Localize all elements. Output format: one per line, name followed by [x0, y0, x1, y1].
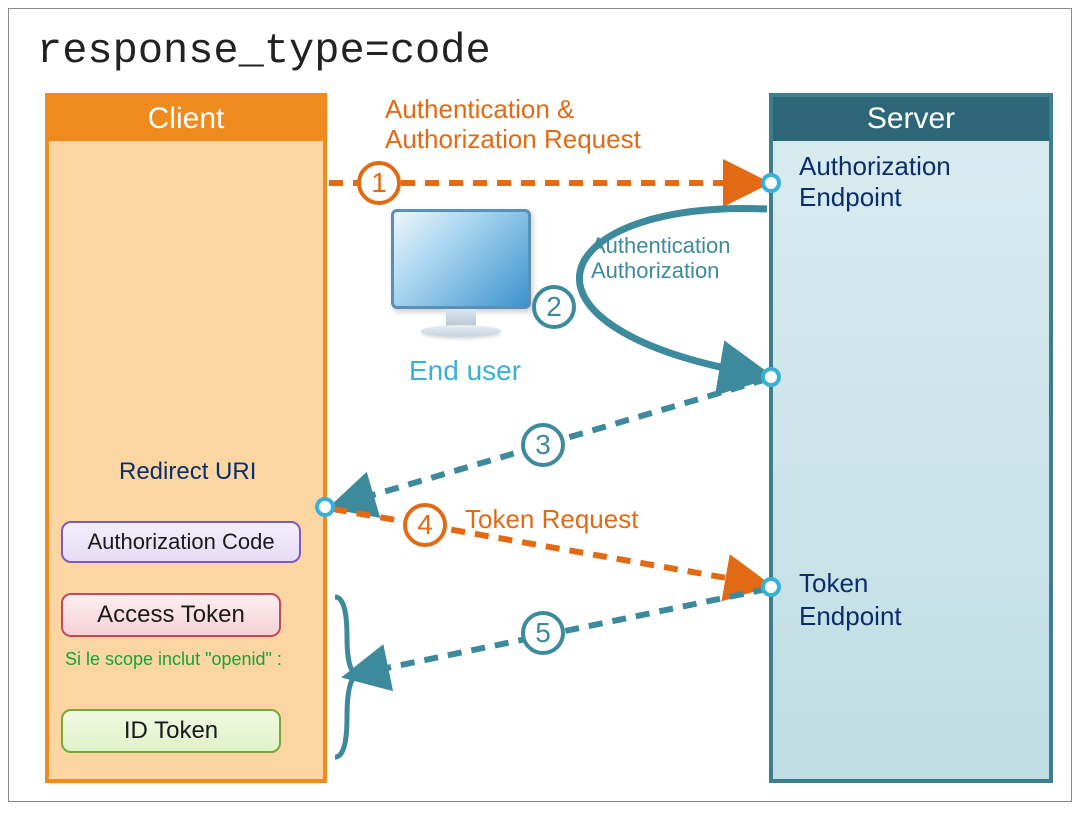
step2-label-text: AuthenticationAuthorization	[591, 233, 730, 284]
monitor-base-icon	[421, 325, 501, 337]
step4-label: Token Request	[465, 505, 638, 535]
token-endpoint-label: TokenEndpoint	[799, 567, 902, 632]
client-header: Client	[49, 97, 323, 141]
step1-label: Authentication &Authorization Request	[385, 95, 641, 155]
token-endpoint-dot	[761, 577, 781, 597]
diagram-frame: response_type=code Client Server Au	[8, 8, 1072, 802]
end-user-icon	[371, 209, 551, 369]
redirect-uri-label: Redirect URI	[119, 458, 256, 486]
step-3-badge: 3	[521, 423, 565, 467]
step-2-badge: 2	[532, 285, 576, 329]
authorization-endpoint-dot	[761, 173, 781, 193]
server-return-dot	[761, 367, 781, 387]
authorization-endpoint-text: AuthorizationEndpoint	[799, 151, 951, 213]
access-token: Access Token	[61, 593, 281, 637]
server-header: Server	[773, 97, 1049, 141]
step1-label-text: Authentication &Authorization Request	[385, 95, 641, 155]
step-4-badge: 4	[403, 503, 447, 547]
scope-openid-note: Si le scope inclut "openid" :	[65, 649, 295, 671]
authorization-code-token: Authorization Code	[61, 521, 301, 563]
token-endpoint-text: TokenEndpoint	[799, 567, 902, 632]
step-1-badge: 1	[357, 161, 401, 205]
diagram-title: response_type=code	[37, 27, 491, 75]
client-box: Client	[45, 93, 327, 783]
step-5-badge: 5	[521, 611, 565, 655]
authorization-endpoint-label: AuthorizationEndpoint	[799, 151, 951, 213]
monitor-screen-icon	[391, 209, 531, 309]
id-token: ID Token	[61, 709, 281, 753]
step2-label: AuthenticationAuthorization	[591, 233, 730, 284]
end-user-label: End user	[409, 355, 521, 387]
redirect-uri-dot	[315, 497, 335, 517]
